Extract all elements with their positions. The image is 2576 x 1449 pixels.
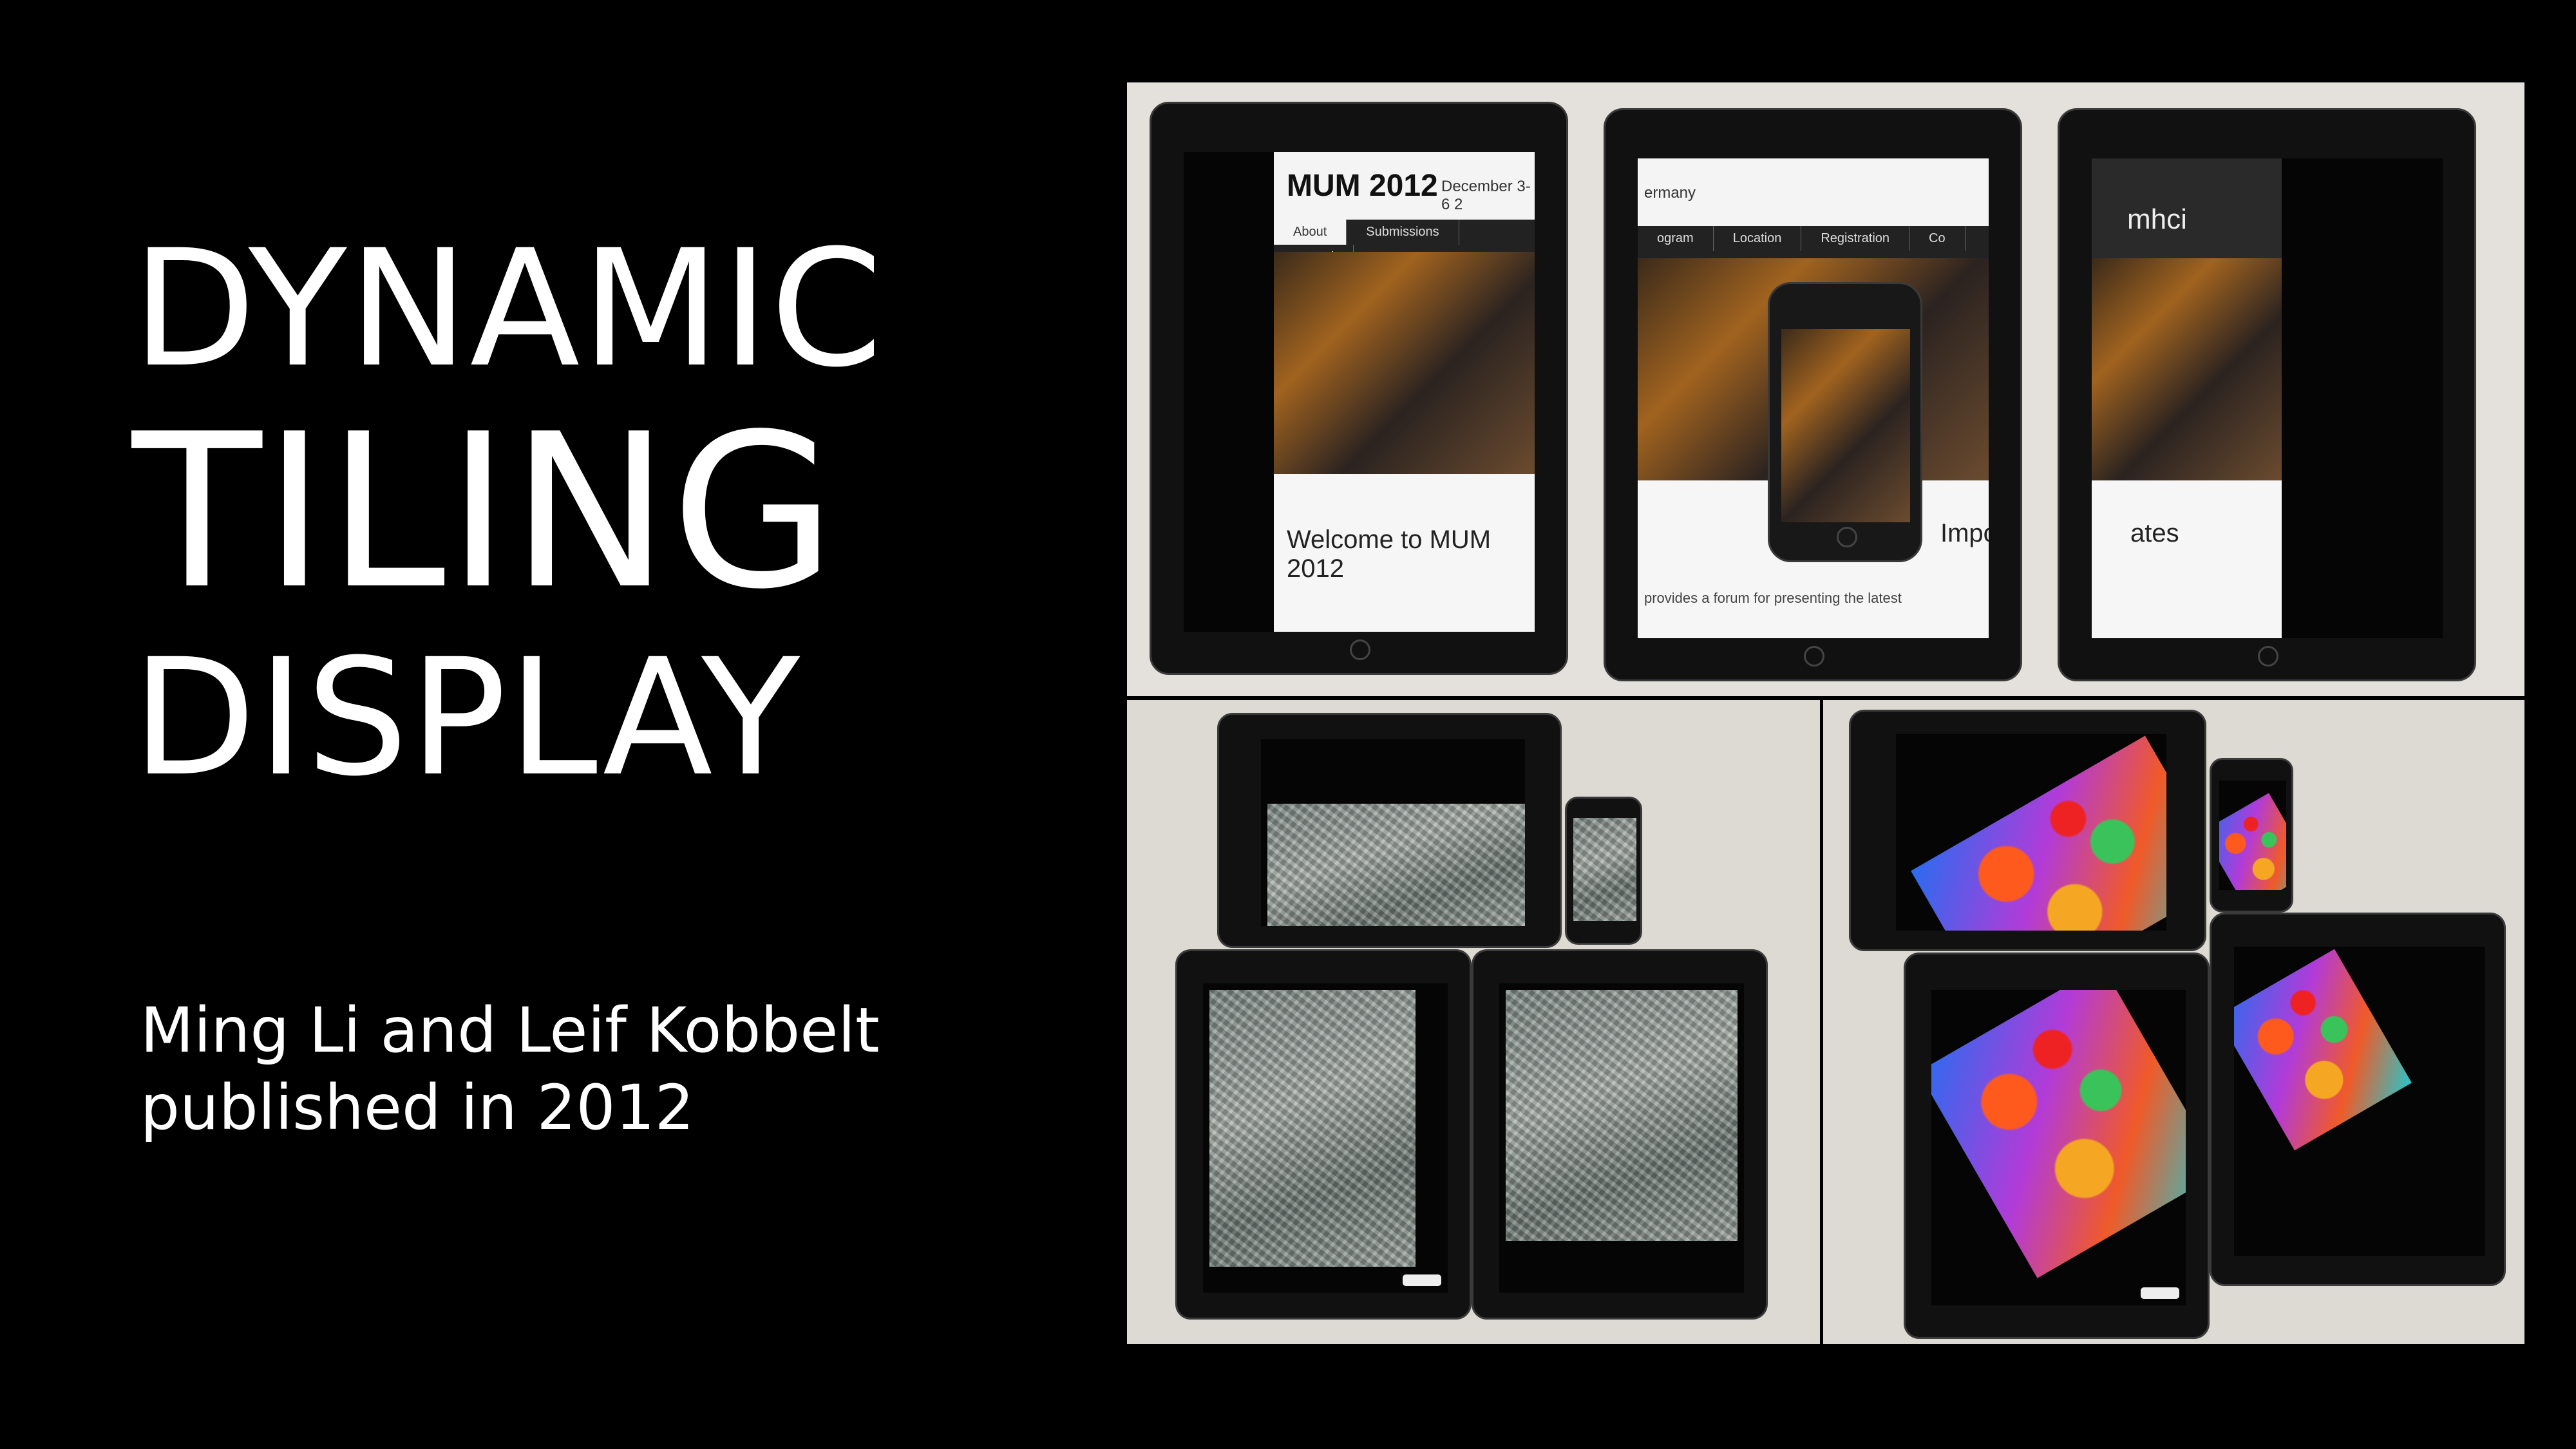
tablet-screen bbox=[1499, 983, 1744, 1293]
website-nav: ogram Location Registration Co bbox=[1638, 226, 1989, 258]
phone-camera-view bbox=[1781, 329, 1910, 522]
phone bbox=[1768, 282, 1922, 562]
tablet-screen bbox=[1203, 983, 1448, 1293]
tablet-screen bbox=[1931, 990, 2186, 1305]
photo-website-tiling: MUM 2012 December 3-6 2 About Submissions… bbox=[1127, 82, 2524, 696]
subtitle: Ming Li and Leif Kobbelt published in 20… bbox=[140, 992, 880, 1146]
aerial-map bbox=[1573, 818, 1636, 921]
website-header: mhci bbox=[2092, 158, 2282, 258]
website-nav: AboutSubmissionsCommi bbox=[1274, 220, 1535, 270]
tablet-screen: MUM 2012 December 3-6 2 About Submissions… bbox=[1184, 152, 1535, 632]
overlay-button bbox=[2141, 1287, 2179, 1299]
phone bbox=[2210, 758, 2293, 913]
website-country: ermany bbox=[1644, 184, 1696, 202]
tablet-screen bbox=[2234, 947, 2485, 1256]
website-header: ermany bbox=[1638, 158, 1989, 226]
tablet-screen bbox=[1261, 739, 1525, 926]
aerial-map bbox=[1506, 990, 1738, 1241]
website-body: ates bbox=[2092, 480, 2282, 638]
tablet-bottom-right bbox=[2210, 913, 2506, 1286]
website-body: Welcome to MUM 2012 bbox=[1274, 474, 1535, 632]
home-button bbox=[1350, 639, 1370, 660]
website-photo bbox=[2092, 258, 2282, 480]
nav-program: ogram bbox=[1638, 226, 1714, 251]
photo-image-tiling bbox=[1823, 700, 2524, 1344]
aerial-map bbox=[1267, 804, 1525, 926]
nav-about: About bbox=[1274, 220, 1347, 245]
tablet-top bbox=[1217, 713, 1562, 948]
tablet-bottom-right bbox=[1472, 949, 1768, 1320]
website-title: MUM 2012 bbox=[1287, 169, 1438, 203]
cartoon-image bbox=[2219, 793, 2286, 890]
home-button bbox=[1837, 527, 1857, 547]
tablet-left: MUM 2012 December 3-6 2 About Submissions… bbox=[1150, 102, 1568, 675]
welcome-heading: Welcome to MUM 2012 bbox=[1287, 526, 1492, 583]
title-line-2: TILING bbox=[132, 388, 837, 636]
photo-map-tiling bbox=[1127, 700, 1820, 1344]
tablet-top bbox=[1849, 710, 2206, 951]
title-block: DYNAMIC TILING DISPLAY bbox=[132, 229, 1001, 799]
title-line-3: DISPLAY bbox=[132, 624, 802, 811]
website-date: December 3-6 2 bbox=[1441, 178, 1531, 213]
website-photo bbox=[1274, 252, 1535, 474]
tablet-bottom-left bbox=[1175, 949, 1472, 1320]
authors: Ming Li and Leif Kobbelt bbox=[140, 994, 880, 1066]
tablet-screen: mhci ates bbox=[2092, 158, 2443, 638]
phone bbox=[1565, 797, 1642, 945]
cartoon-image bbox=[1911, 735, 2166, 931]
dates-heading: ates bbox=[2130, 519, 2179, 547]
published-year: published in 2012 bbox=[140, 1072, 694, 1144]
aerial-map bbox=[1209, 990, 1416, 1267]
nav-submissions: Submissions bbox=[1347, 220, 1459, 245]
phone-screen bbox=[2219, 781, 2286, 890]
forum-text: provides a forum for presenting the late… bbox=[1644, 590, 1902, 606]
title-line-1: DYNAMIC bbox=[132, 215, 884, 402]
home-button bbox=[1804, 646, 1824, 667]
cartoon-image bbox=[1931, 990, 2186, 1278]
mhci-logo-text: mhci bbox=[2127, 204, 2187, 235]
nav-registration: Registration bbox=[1801, 226, 1910, 251]
important-heading: Impo bbox=[1940, 519, 1989, 547]
phone-screen bbox=[1573, 818, 1636, 921]
nav-location: Location bbox=[1714, 226, 1802, 251]
overlay-button bbox=[1403, 1274, 1441, 1286]
home-button bbox=[2258, 646, 2278, 667]
tablet-bottom-left bbox=[1904, 952, 2210, 1339]
nav-contact: Co bbox=[1909, 226, 1965, 251]
phone-screen bbox=[1781, 329, 1910, 522]
tablet-right: mhci ates bbox=[2058, 108, 2476, 681]
cartoon-image bbox=[2234, 949, 2412, 1151]
tablet-screen bbox=[1896, 734, 2166, 931]
website-header: MUM 2012 December 3-6 2 bbox=[1274, 152, 1535, 220]
